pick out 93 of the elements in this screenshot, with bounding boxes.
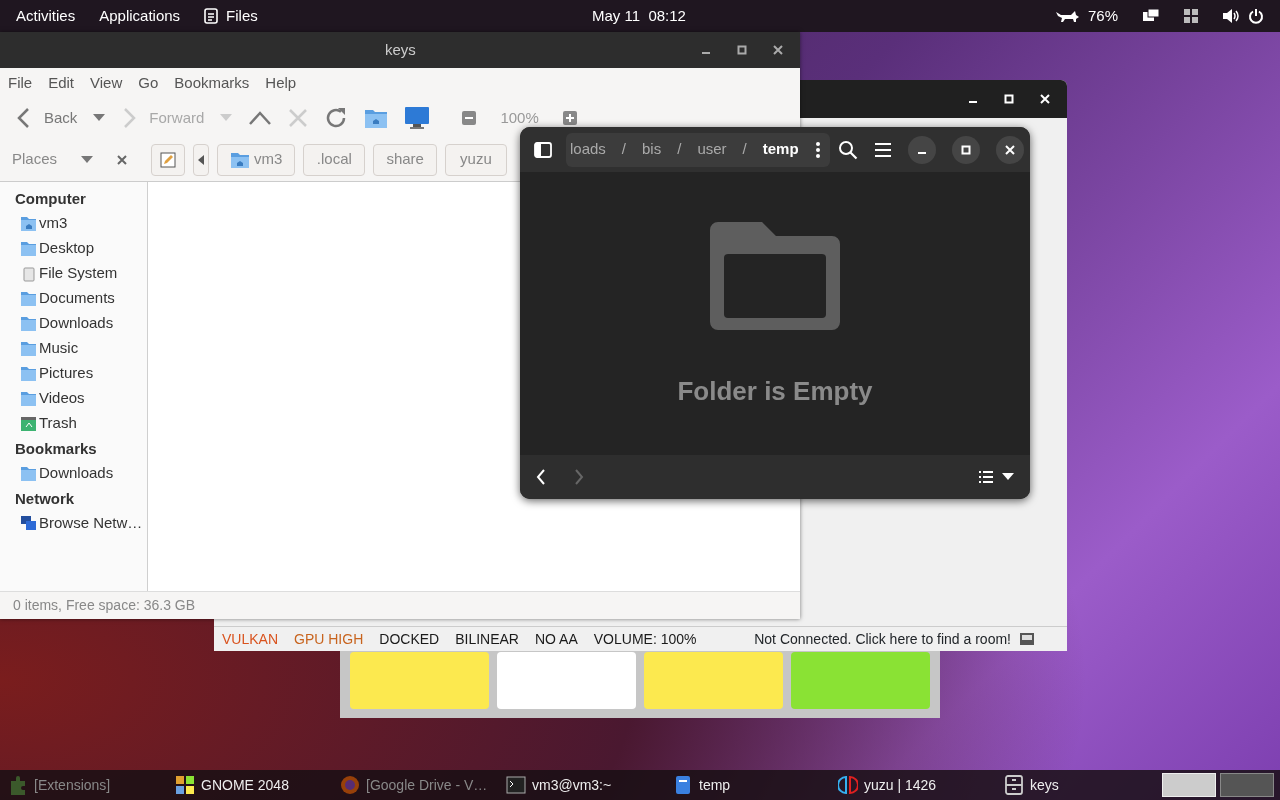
sidebar-heading: Computer (14, 189, 87, 209)
power-icon (1248, 8, 1264, 24)
folder-icon (20, 465, 37, 482)
sidebar-item[interactable]: Desktop (0, 236, 147, 261)
puzzle-icon (8, 775, 28, 795)
computer-icon[interactable] (404, 106, 431, 130)
close-icon[interactable] (772, 44, 784, 56)
menu-item[interactable]: Go (138, 71, 159, 95)
sidebar-item[interactable]: Music (0, 336, 147, 361)
taskbar-button[interactable]: yuzu | 1426 (838, 774, 937, 796)
menu-item[interactable]: Bookmarks (174, 71, 250, 95)
volume-icon (1222, 8, 1240, 24)
sidebar-item[interactable]: vm3 (0, 211, 147, 236)
status-item: VOLUME: 100% (593, 629, 697, 649)
zoom-level: 100% (500, 107, 539, 128)
path-separator: / (621, 139, 627, 160)
sidebar-heading: Bookmarks (14, 439, 98, 459)
yuzu-icon (838, 775, 858, 795)
document-icon (204, 8, 219, 24)
battery-percentage: 76% (1087, 5, 1118, 26)
taskbar-button[interactable]: keys (1004, 774, 1059, 796)
path-separator: / (742, 139, 747, 160)
clock[interactable]: May 11 08:12 (592, 4, 686, 28)
sidebar-item[interactable]: Downloads (0, 311, 147, 336)
trash-icon (20, 415, 37, 432)
sidebar-item[interactable]: Browse Netw… (0, 511, 147, 536)
status-item: DOCKED (379, 629, 440, 649)
more-options-icon[interactable] (814, 140, 821, 159)
activities-button[interactable]: Activities (16, 4, 76, 28)
status-item: BILINEAR (455, 629, 519, 649)
home-folder-icon (230, 150, 251, 169)
taskbar-button[interactable]: [Google Drive - V… (340, 774, 488, 796)
sidebar-item[interactable]: Trash (0, 411, 147, 436)
sidebar-item[interactable]: Documents (0, 286, 147, 311)
folder-icon (20, 290, 37, 307)
sidebar-item[interactable]: File System (0, 261, 147, 286)
status-item: NO AA (535, 629, 578, 649)
status-text: 0 items, Free space: 36.3 GB (13, 596, 196, 615)
workspace-thumbnail[interactable] (1220, 773, 1274, 797)
menu-item[interactable]: File (8, 71, 33, 95)
caret-icon[interactable] (1002, 473, 1014, 481)
folder-icon (20, 390, 37, 407)
left-arrow-icon (198, 154, 205, 165)
home-folder-icon (20, 215, 37, 232)
scroll-left-button[interactable] (193, 143, 210, 176)
maximize-button[interactable] (952, 135, 980, 164)
menu-icon[interactable] (874, 141, 892, 158)
window-title: keys (385, 39, 416, 60)
folder-icon (20, 340, 37, 357)
room-status-link[interactable]: Not Connected. Click here to find a room! (754, 628, 1011, 650)
empty-message: Folder is Empty (677, 375, 873, 408)
files-icon (673, 775, 693, 795)
folder-icon (20, 315, 37, 332)
cabinet-icon (1004, 775, 1024, 795)
pencil-icon (160, 151, 177, 168)
search-icon[interactable] (838, 139, 858, 160)
display-icon (1142, 8, 1160, 24)
home-folder-icon[interactable] (364, 107, 389, 129)
menu-item[interactable]: View (90, 71, 123, 95)
path-segment[interactable]: loads (570, 138, 606, 161)
path-segment[interactable]: temp (762, 138, 799, 161)
path-segment[interactable]: bis (642, 138, 662, 161)
back-button[interactable]: Back (16, 106, 78, 130)
folder-icon (20, 240, 37, 257)
zoom-out-icon[interactable] (462, 111, 477, 125)
menu-item[interactable]: Help (265, 71, 297, 95)
maximize-icon[interactable] (736, 44, 748, 56)
maximize-icon[interactable] (960, 143, 972, 156)
app-name: Files (226, 5, 258, 26)
window-icon (1184, 9, 1198, 23)
path-segment[interactable]: user (697, 138, 727, 161)
tile-grid-icon (175, 775, 195, 795)
close-button[interactable] (996, 135, 1024, 164)
taskbar-button[interactable]: [Extensions] (8, 774, 111, 796)
app-menu[interactable]: Files (204, 4, 258, 28)
menu-item[interactable]: Edit (48, 71, 75, 95)
status-item: VULKAN (222, 629, 279, 649)
sidebar-item[interactable]: Videos (0, 386, 147, 411)
drive-icon (20, 265, 37, 282)
taskbar-button[interactable]: vm3@vm3:~ (506, 774, 612, 796)
list-view-icon[interactable] (978, 470, 994, 484)
folder-icon (20, 365, 37, 382)
taskbar-button[interactable]: GNOME 2048 (175, 774, 289, 796)
caret-icon (81, 155, 94, 164)
sidebar-heading: Network (14, 489, 76, 509)
status-item: GPU HIGH (294, 629, 364, 649)
applications-menu[interactable]: Applications (99, 4, 181, 28)
zoom-in-icon[interactable] (562, 111, 577, 125)
terminal-icon (506, 775, 526, 795)
path-separator: / (677, 139, 682, 160)
taskbar-button[interactable]: temp (673, 774, 731, 796)
sidebar-item[interactable]: Downloads (0, 461, 147, 486)
sidebar-item[interactable]: Pictures (0, 361, 147, 386)
